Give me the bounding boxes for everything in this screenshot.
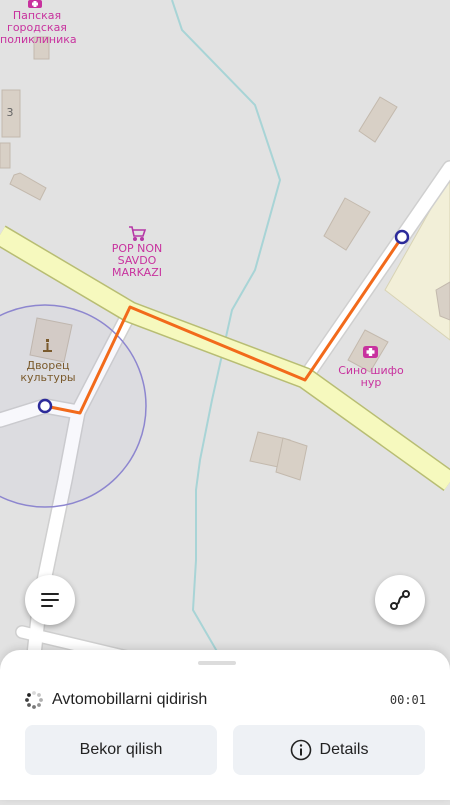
bottom-sheet: Avtomobillarni qidirish 00:01 Bekor qili…	[0, 650, 450, 800]
hospital-icon	[28, 0, 42, 8]
poi-label-pharmacy: Сино шифо нур	[338, 364, 404, 389]
spinner-icon	[25, 691, 43, 709]
sheet-drag-handle[interactable]	[198, 661, 236, 665]
route-icon	[390, 590, 410, 610]
poi-label-market: POP NON SAVDO MARKAZI	[111, 242, 163, 279]
status-text: Avtomobillarni qidirish	[52, 691, 208, 708]
house-number-label: 3	[6, 106, 14, 119]
poi-label-palace: Дворец культуры	[20, 359, 76, 384]
search-status: Avtomobillarni qidirish 00:01	[24, 688, 426, 712]
info-icon	[290, 739, 311, 761]
destination-pin	[394, 229, 410, 245]
poi-label-polyclinic: Папская городская поликлиника	[0, 9, 77, 46]
search-timer: 00:01	[389, 693, 426, 707]
pharmacy-icon	[363, 346, 378, 358]
route-button[interactable]	[375, 575, 425, 625]
details-button[interactable]: Details	[233, 725, 425, 775]
cancel-button-label: Bekor qilish	[79, 741, 163, 758]
details-button-label: Details	[319, 741, 369, 758]
start-pin	[37, 398, 53, 414]
menu-icon	[41, 593, 59, 607]
menu-button[interactable]	[25, 575, 75, 625]
cancel-button[interactable]: Bekor qilish	[25, 725, 217, 775]
